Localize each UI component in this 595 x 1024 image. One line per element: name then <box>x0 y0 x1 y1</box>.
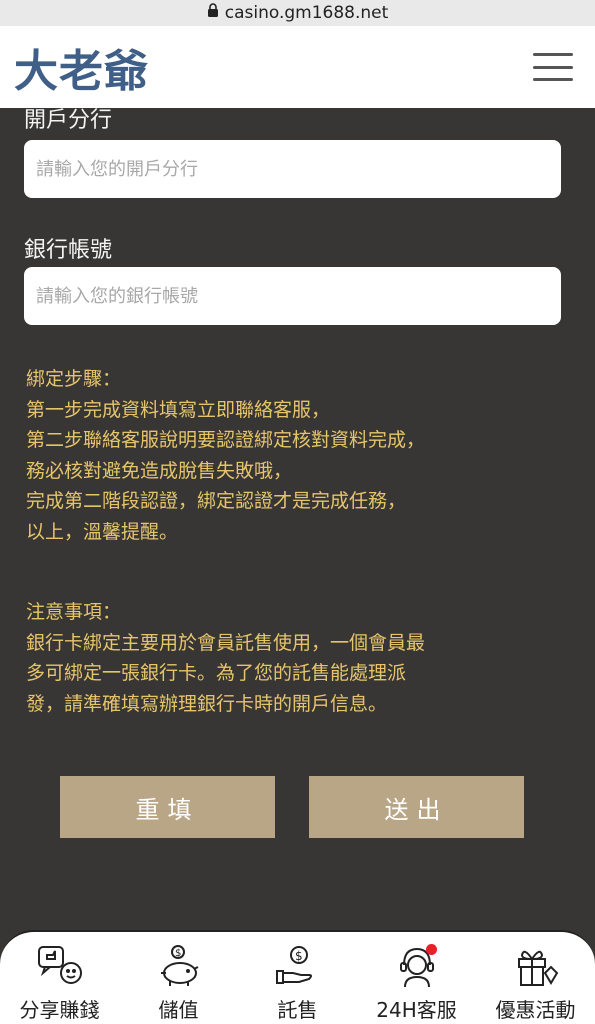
steps-line: 務必核對避免造成脫售失敗哦， <box>26 459 293 482</box>
site-header: 大老爺 <box>0 26 595 108</box>
tab-label: 儲值 <box>158 998 199 1022</box>
steps-title: 綁定步驟： <box>26 368 122 390</box>
support-agent-icon <box>391 942 443 990</box>
steps-line: 第一步完成資料填寫立即聯絡客服， <box>26 398 331 421</box>
gift-icon <box>510 942 562 990</box>
account-number-input[interactable] <box>24 267 561 325</box>
notice-line: 發，請準確填寫辦理銀行卡時的開戶信息。 <box>26 692 388 715</box>
binding-steps: 綁定步驟： 第一步完成資料填寫立即聯絡客服， 第二步聯絡客服說明要認證綁定核對資… <box>26 364 425 547</box>
site-logo[interactable]: 大老爺 <box>14 35 149 99</box>
tab-consign-sell[interactable]: $ 託售 <box>239 942 357 1023</box>
tab-support-24h[interactable]: 24H客服 <box>358 942 476 1023</box>
reset-button[interactable]: 重填 <box>60 776 275 838</box>
branch-label: 開戶分行 <box>24 108 113 133</box>
browser-url-bar[interactable]: casino.gm1688.net <box>0 0 595 26</box>
tab-label: 優惠活動 <box>495 998 576 1022</box>
tab-label: 分享賺錢 <box>19 998 100 1022</box>
steps-line: 完成第二階段認證，綁定認證才是完成任務， <box>26 490 407 512</box>
steps-line: 第二步聯絡客服說明要認證綁定核對資料完成， <box>26 429 426 451</box>
svg-text:$: $ <box>175 948 181 959</box>
share-earn-icon <box>34 942 86 990</box>
tab-label: 24H客服 <box>376 998 457 1022</box>
notification-badge <box>425 944 437 955</box>
tab-label: 託售 <box>277 998 318 1022</box>
submit-button[interactable]: 送出 <box>309 776 524 838</box>
url-text: casino.gm1688.net <box>224 3 389 23</box>
branch-input[interactable] <box>24 140 561 198</box>
tab-share-earn[interactable]: 分享賺錢 <box>1 942 119 1023</box>
notice-title: 注意事項： <box>26 601 122 623</box>
piggy-bank-icon: $ <box>153 942 205 990</box>
tab-promotions[interactable]: 優惠活動 <box>477 942 595 1023</box>
notice-line: 多可綁定一張銀行卡。為了您的託售能處理派 <box>26 662 407 684</box>
svg-text:$: $ <box>295 949 303 963</box>
notice-line: 銀行卡綁定主要用於會員託售使用，一個會員最 <box>26 631 426 654</box>
hamburger-menu-icon[interactable] <box>533 53 573 81</box>
tab-deposit[interactable]: $ 儲值 <box>120 942 238 1023</box>
hand-coin-icon: $ <box>272 942 324 990</box>
lock-icon <box>207 3 219 23</box>
steps-line: 以上，溫馨提醒。 <box>26 520 179 543</box>
notice-section: 注意事項： 銀行卡綁定主要用於會員託售使用，一個會員最 多可綁定一張銀行卡。為了… <box>26 597 425 719</box>
bottom-tab-bar: 分享賺錢 $ 儲值 $ 託售 24H客服 優惠活動 <box>0 930 595 1024</box>
account-label: 銀行帳號 <box>24 238 113 263</box>
